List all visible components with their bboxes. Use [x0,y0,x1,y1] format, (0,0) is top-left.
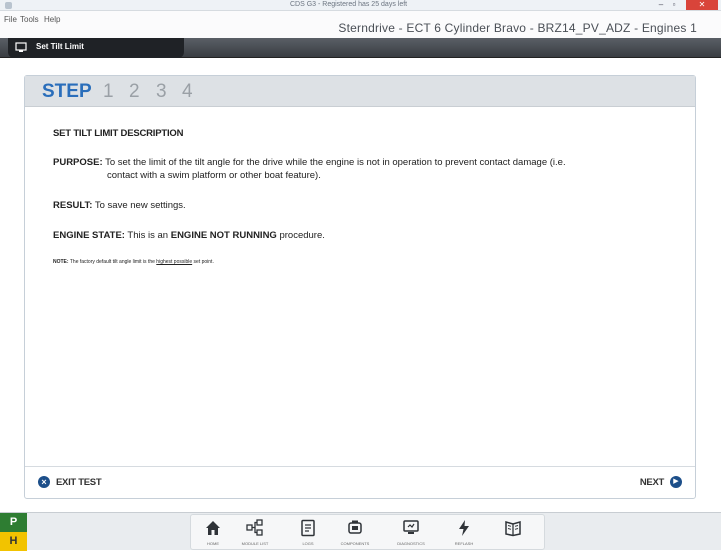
step-label: STEP [42,81,92,102]
menu-file[interactable]: File [4,15,17,24]
step-1: 1 [103,81,114,102]
engine-icon [348,520,362,534]
purpose-text-line1: To set the limit of the tilt angle for t… [102,157,566,168]
manual-book-icon [505,521,521,537]
procedure-panel: STEP 1 2 3 4 SET TILT LIMIT DESCRIPTION … [24,75,696,499]
close-button[interactable]: ✕ [686,0,718,10]
nav-logs[interactable]: LOGS [289,515,327,549]
monitor-icon [403,520,419,534]
nav-reflash[interactable]: REFLASH [445,515,483,549]
nav-logs-label: LOGS [302,541,314,546]
menu-bar: File Tools Help Sterndrive - ECT 6 Cylin… [0,11,721,38]
h-indicator[interactable]: H [0,532,27,551]
engine-state-text2: procedure. [276,230,325,241]
module-list-icon [246,519,263,536]
logs-icon [301,519,315,537]
window-title: CDS G3 - Registered has 25 days left [290,1,408,8]
exit-test-button[interactable]: × EXIT TEST [38,475,102,489]
nav-manual[interactable] [494,515,532,549]
result-label: RESULT: [53,200,93,211]
app-icon [5,2,12,9]
play-circle-icon: ▶ [670,476,682,488]
nav-module-list-label: MODULE LIST [241,541,269,546]
nav-diagnostics-label: DIAGNOSTICS [397,541,425,546]
step-indicator: STEP 1 2 3 4 [25,76,695,107]
note-emphasis: highest possible [156,259,193,265]
engine-state-emphasis: ENGINE NOT RUNNING [170,230,277,241]
next-label: NEXT [639,476,664,488]
nav-module-list[interactable]: MODULE LIST [236,515,274,549]
bottom-nav: HOME MODULE LIST LOGS COMPONENTS DIAGNOS… [190,514,545,550]
minimize-button[interactable]: – [655,0,667,10]
bottom-bar: P H HOME MODULE LIST LOGS COMPONENTS DIA… [0,512,721,551]
maximize-button[interactable]: ▫ [668,0,680,10]
step-4: 4 [182,81,193,102]
menu-tools[interactable]: Tools [20,15,39,24]
nav-components[interactable]: COMPONENTS [336,515,374,549]
tool-tab-label: Set Tilt Limit [36,42,84,51]
nav-components-label: COMPONENTS [340,541,370,546]
home-icon [206,521,220,535]
panel-footer: × EXIT TEST NEXT ▶ [25,466,695,499]
purpose-paragraph: PURPOSE: To set the limit of the tilt an… [53,156,683,182]
result-paragraph: RESULT: To save new settings. [53,199,683,212]
nav-home[interactable]: HOME [194,515,232,549]
description-content: SET TILT LIMIT DESCRIPTION PURPOSE: To s… [53,128,683,265]
purpose-text-line2: contact with a swim platform or other bo… [107,170,321,181]
p-indicator[interactable]: P [0,513,27,532]
note-text1: The factory default tilt angle limit is … [68,259,157,265]
close-circle-icon: × [38,476,50,488]
step-2: 2 [129,81,140,102]
note-paragraph: NOTE: The factory default tilt angle lim… [53,259,683,265]
purpose-label: PURPOSE: [53,157,103,168]
note-label: NOTE: [53,259,69,265]
engine-state-paragraph: ENGINE STATE: This is an ENGINE NOT RUNN… [53,229,683,242]
note-text2: set point. [192,259,214,265]
result-text: To save new settings. [92,200,186,211]
engine-state-label: ENGINE STATE: [53,230,125,241]
lightning-icon [459,520,469,536]
exit-test-label: EXIT TEST [56,476,102,488]
step-3: 3 [156,81,167,102]
menu-help[interactable]: Help [44,15,60,24]
monitor-icon [15,42,27,52]
nav-home-label: HOME [207,541,219,546]
tool-tab[interactable]: Set Tilt Limit [8,38,184,58]
nav-reflash-label: REFLASH [454,541,474,546]
window-title-bar: CDS G3 - Registered has 25 days left – ▫… [0,0,721,11]
nav-diagnostics[interactable]: DIAGNOSTICS [392,515,430,549]
description-heading: SET TILT LIMIT DESCRIPTION [53,128,184,139]
tool-header-bar: Set Tilt Limit [0,38,721,58]
engine-state-text1: This is an [124,230,171,241]
engine-title: Sterndrive - ECT 6 Cylinder Bravo - BRZ1… [338,21,697,35]
next-button[interactable]: NEXT ▶ [640,475,682,489]
